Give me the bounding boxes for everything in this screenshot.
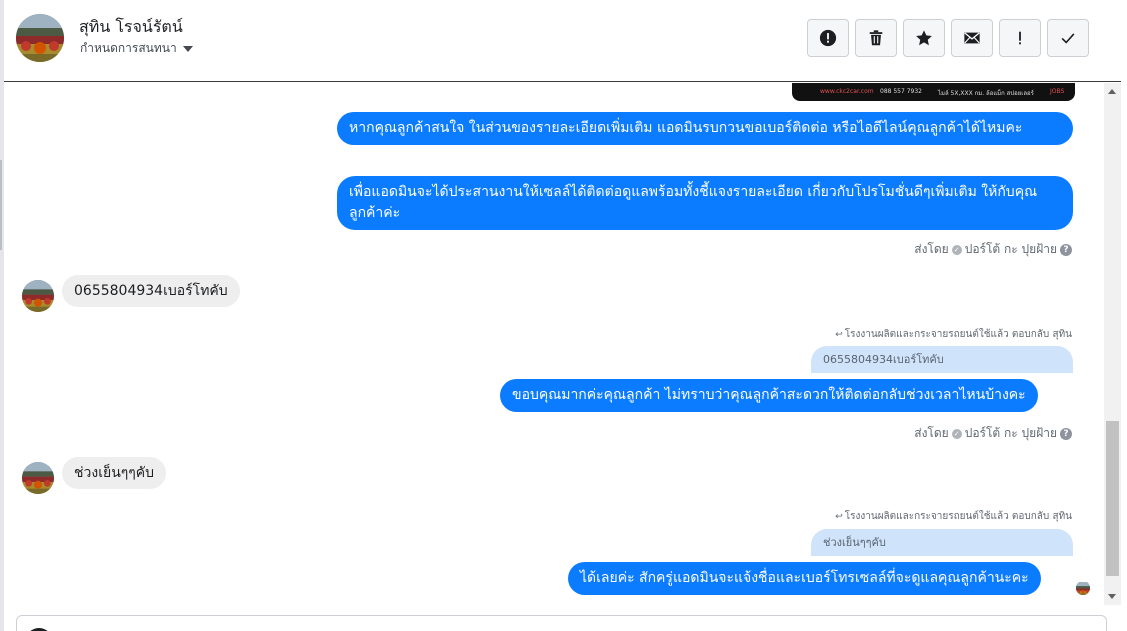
help-icon[interactable]: ? bbox=[1060, 427, 1072, 440]
seen-receipt-avatar bbox=[1076, 581, 1090, 595]
outgoing-message[interactable]: ขอบคุณมากค่ะคุณลูกค้า ไม่ทราบว่าคุณลูกค้… bbox=[500, 379, 1038, 412]
delete-button[interactable] bbox=[855, 19, 897, 57]
incoming-message[interactable]: ช่วงเย็นๆๆคับ bbox=[62, 457, 167, 489]
reply-arrow-icon: ↩ bbox=[835, 329, 843, 340]
thread-scrollbar[interactable] bbox=[1104, 83, 1121, 605]
incoming-message[interactable]: 0655804934เบอร์โทคับ bbox=[62, 275, 240, 307]
sent-by-info: ส่งโดย ✓ ปอร์โต้ กะ ปุยฝ้าย ? bbox=[914, 240, 1072, 259]
help-icon[interactable]: ? bbox=[1060, 243, 1072, 256]
promo-tail: JOBS bbox=[1050, 88, 1065, 95]
left-panel-marker bbox=[0, 160, 2, 250]
contact-avatar-small[interactable] bbox=[22, 280, 54, 312]
reply-note-text: โรงงานผลิตและกระจายรถยนต์ใช้แล้ว ตอบกลับ… bbox=[844, 329, 1072, 340]
contact-name[interactable]: สุทิน โรจน์รัตน์ bbox=[79, 15, 183, 40]
sent-by-agent[interactable]: ปอร์โต้ กะ ปุยฝ้าย bbox=[965, 424, 1057, 443]
conversation-toolbar bbox=[807, 19, 1089, 57]
reply-note: ↩ โรงงานผลิตและกระจายรถยนต์ใช้แล้ว ตอบกล… bbox=[835, 509, 1072, 524]
sent-by-label: ส่งโดย bbox=[914, 426, 949, 440]
star-button[interactable] bbox=[903, 19, 945, 57]
check-circle-icon: ✓ bbox=[951, 244, 962, 255]
promo-url: www.ckc2car.com bbox=[820, 88, 874, 95]
star-icon bbox=[916, 30, 932, 46]
assign-conversation-label: กำหนดการสนทนา bbox=[80, 41, 177, 55]
reply-arrow-icon: ↩ bbox=[835, 511, 843, 522]
scroll-down-arrow-icon[interactable] bbox=[1108, 594, 1116, 599]
mark-done-button[interactable] bbox=[1047, 19, 1089, 57]
contact-avatar-small[interactable] bbox=[22, 462, 54, 494]
quoted-message[interactable]: 0655804934เบอร์โทคับ bbox=[811, 346, 1073, 373]
conversation-header: สุทิน โรจน์รัตน์ กำหนดการสนทนา bbox=[4, 0, 1121, 82]
exclamation-icon bbox=[1019, 31, 1021, 45]
reply-note-text: โรงงานผลิตและกระจายรถยนต์ใช้แล้ว ตอบกลับ… bbox=[844, 511, 1072, 522]
outgoing-message[interactable]: เพื่อแอดมินจะได้ประสานงานให้เซลล์ได้ติดต… bbox=[337, 176, 1073, 230]
outgoing-message[interactable]: ได้เลยค่ะ สักครู่แอดมินจะแจ้งชื่อและเบอร… bbox=[568, 562, 1041, 595]
quoted-message[interactable]: ช่วงเย็นๆๆคับ bbox=[811, 529, 1073, 556]
report-button[interactable] bbox=[807, 19, 849, 57]
promo-mileage: ไมล์ 5X,XXX กม. ล้อแม็ก สปอยเลอร์ bbox=[938, 90, 1034, 97]
message-thread: ... www.ckc2car.com 088 557 7932 ไมล์ 5X… bbox=[4, 83, 1104, 605]
trash-icon bbox=[869, 30, 883, 46]
caret-down-icon bbox=[182, 45, 193, 52]
scroll-up-arrow-icon[interactable] bbox=[1108, 89, 1116, 94]
sent-by-info: ส่งโดย ✓ ปอร์โต้ กะ ปุยฝ้าย ? bbox=[914, 424, 1072, 443]
check-circle-icon: ✓ bbox=[951, 428, 962, 439]
scrollbar-thumb[interactable] bbox=[1106, 421, 1119, 576]
message-composer[interactable] bbox=[16, 615, 1107, 631]
checkmark-icon bbox=[1061, 33, 1075, 44]
shared-promo-image[interactable]: ... www.ckc2car.com 088 557 7932 ไมล์ 5X… bbox=[792, 83, 1075, 101]
sent-by-agent[interactable]: ปอร์โต้ กะ ปุยฝ้าย bbox=[965, 240, 1057, 259]
outgoing-message[interactable]: หากคุณลูกค้าสนใจ ในส่วนของรายละเอียดเพิ่… bbox=[337, 112, 1073, 145]
assign-conversation-dropdown[interactable]: กำหนดการสนทนา bbox=[80, 39, 193, 58]
mail-button[interactable] bbox=[951, 19, 993, 57]
sent-by-label: ส่งโดย bbox=[914, 242, 949, 256]
mark-important-button[interactable] bbox=[999, 19, 1041, 57]
report-icon bbox=[819, 29, 837, 47]
reply-note: ↩ โรงงานผลิตและกระจายรถยนต์ใช้แล้ว ตอบกล… bbox=[835, 327, 1072, 342]
promo-phone: 088 557 7932 bbox=[880, 88, 922, 95]
contact-avatar[interactable] bbox=[16, 14, 64, 62]
mail-icon bbox=[964, 32, 980, 44]
